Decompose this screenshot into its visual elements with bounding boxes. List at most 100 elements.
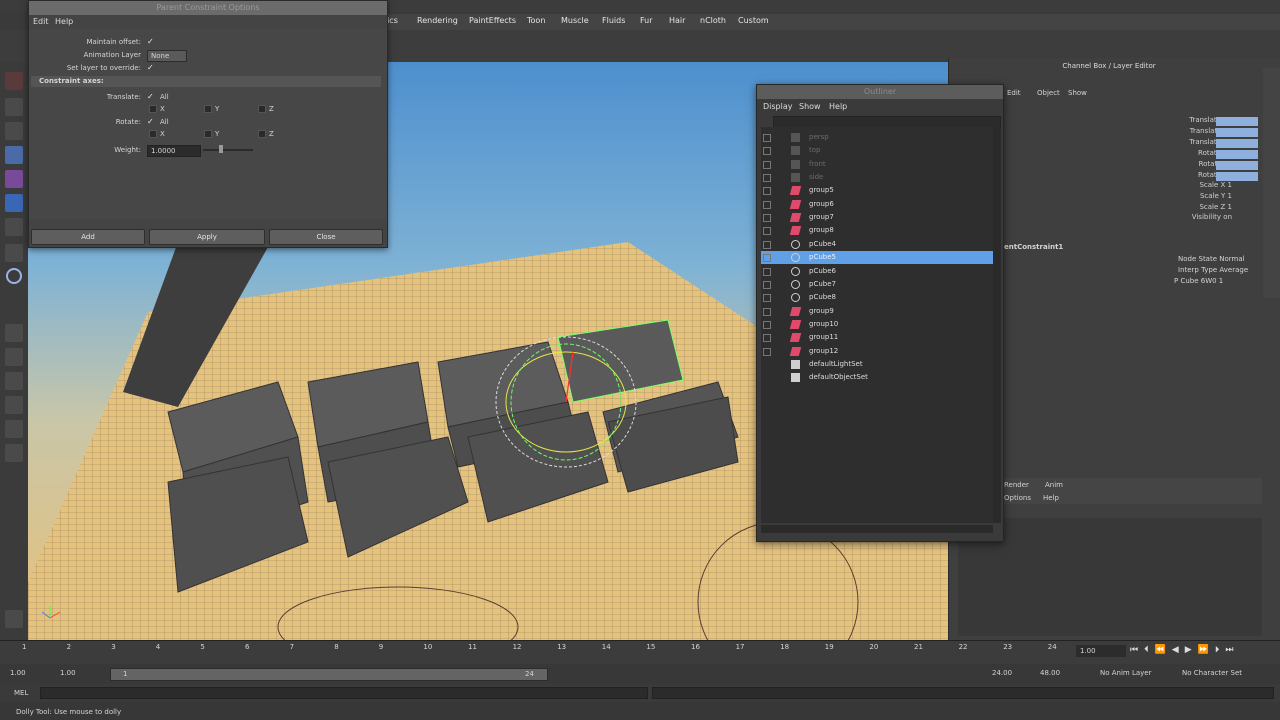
range-slider[interactable]: 1 24 [110,668,548,681]
interp-type-field[interactable]: Interp Type Average [1178,266,1248,274]
outliner-item[interactable]: pCube5 [761,251,993,265]
attr-rotate-x-value[interactable] [1216,150,1258,159]
outliner-menu-show[interactable]: Show [799,102,821,111]
weight-slider[interactable] [203,149,253,151]
expand-toggle-icon[interactable] [763,200,771,209]
add-button[interactable]: Add [31,229,145,245]
attr-translate-y-value[interactable] [1216,128,1258,137]
lasso-tool-icon[interactable] [5,98,23,116]
outliner-item[interactable]: group8 [761,224,993,237]
playback-start-field[interactable]: 1.00 [60,669,76,677]
expand-toggle-icon[interactable] [763,160,771,169]
outliner-item[interactable]: pCube7 [761,278,993,291]
paint-select-icon[interactable] [5,122,23,140]
cb-menu-show[interactable]: Show [1068,89,1087,97]
outliner-item[interactable]: group6 [761,198,993,211]
expand-toggle-icon[interactable] [763,267,771,276]
outliner-item[interactable]: group5 [761,184,993,197]
translate-z-checkbox[interactable] [258,105,266,113]
menu-hair[interactable]: Hair [669,16,685,25]
layout-four-icon[interactable] [5,348,23,366]
range-start-field[interactable]: 1.00 [10,669,26,677]
expand-toggle-icon[interactable] [763,214,771,223]
attr-translate-z-value[interactable] [1216,139,1258,148]
outliner-item[interactable]: pCube6 [761,265,993,278]
menu-fluids[interactable]: Fluids [602,16,625,25]
outliner-item[interactable]: group10 [761,318,993,331]
cb-menu-edit[interactable]: Edit [1007,89,1021,97]
outliner-item[interactable]: persp [761,131,993,144]
last-tool-icon[interactable] [6,268,22,284]
close-button[interactable]: Close [269,229,383,245]
outliner-item[interactable]: pCube4 [761,238,993,251]
maintain-offset-checkbox[interactable]: ✓ [147,37,154,46]
current-frame-field[interactable]: 1.00 [1076,645,1126,657]
set-layer-checkbox[interactable]: ✓ [147,63,154,72]
pcube-weight-field[interactable]: P Cube 6W0 1 [1174,277,1223,285]
cb-menu-object[interactable]: Object [1037,89,1060,97]
dialog-menu-edit[interactable]: Edit [33,17,49,26]
outliner-menu-help[interactable]: Help [829,102,847,111]
character-set-dropdown[interactable]: No Character Set [1182,669,1242,677]
expand-toggle-icon[interactable] [763,347,771,356]
menu-toon[interactable]: Toon [527,16,545,25]
move-tool-icon[interactable] [5,146,23,164]
menu-muscle[interactable]: Muscle [561,16,589,25]
expand-toggle-icon[interactable] [763,307,771,316]
weight-slider-handle[interactable] [219,145,223,153]
menu-fur[interactable]: Fur [640,16,653,25]
playback-end-field[interactable]: 24.00 [992,669,1012,677]
constraint-axes-header[interactable]: Constraint axes: [31,76,381,87]
expand-toggle-icon[interactable] [763,227,771,236]
expand-toggle-icon[interactable] [763,240,771,249]
scale-tool-icon[interactable] [5,194,23,212]
layout-stack-icon[interactable] [5,396,23,414]
expand-toggle-icon[interactable] [763,134,771,142]
rotate-all-checkbox[interactable]: ✓ [147,117,154,126]
rotate-x-checkbox[interactable] [149,130,157,138]
attr-scale-x[interactable]: Scale X 1 [1168,181,1232,189]
menu-painteffects[interactable]: PaintEffects [469,16,516,25]
weight-field[interactable]: 1.0000 [147,145,201,157]
animation-layer-dropdown[interactable]: None [147,50,187,62]
expand-toggle-icon[interactable] [763,280,771,289]
attr-rotate-z-value[interactable] [1216,172,1258,181]
menu-ncloth[interactable]: nCloth [700,16,726,25]
outliner-item[interactable]: group11 [761,331,993,344]
select-tool-icon[interactable] [5,72,23,90]
universal-tool-icon[interactable] [5,244,23,262]
expand-toggle-icon[interactable] [763,254,771,263]
hypershade-icon[interactable] [5,610,23,628]
translate-x-checkbox[interactable] [149,105,157,113]
dialog-menu-help[interactable]: Help [55,17,73,26]
expand-toggle-icon[interactable] [763,147,771,156]
range-end-field[interactable]: 48.00 [1040,669,1060,677]
outliner-h-scrollbar[interactable] [761,525,993,533]
apply-button[interactable]: Apply [149,229,265,245]
attr-scale-y[interactable]: Scale Y 1 [1168,192,1232,200]
layout-side-icon[interactable] [5,372,23,390]
expand-toggle-icon[interactable] [763,294,771,303]
rotate-tool-icon[interactable] [5,170,23,188]
outliner-item[interactable]: group12 [761,345,993,358]
attr-scale-z[interactable]: Scale Z 1 [1168,203,1232,211]
rotate-y-checkbox[interactable] [204,130,212,138]
outliner-list[interactable]: persp top front side group5 group6 group7 group… [761,127,993,523]
layer-menu-options[interactable]: Options [1004,494,1031,502]
layer-tab-anim[interactable]: Anim [1045,481,1063,489]
outliner-item[interactable]: defaultObjectSet [761,371,993,384]
attr-visibility[interactable]: Visibility on [1168,213,1232,221]
expand-toggle-icon[interactable] [763,334,771,343]
expand-toggle-icon[interactable] [763,187,771,196]
layer-menu-help[interactable]: Help [1043,494,1059,502]
manipulator-icon[interactable] [5,218,23,236]
expand-toggle-icon[interactable] [763,320,771,329]
outliner-item[interactable]: group9 [761,305,993,318]
playback-controls[interactable]: ⏮⏴⏪◀▶⏩⏵⏭ [1130,645,1278,659]
translate-y-checkbox[interactable] [204,105,212,113]
anim-layer-dropdown[interactable]: No Anim Layer [1100,669,1151,677]
translate-all-checkbox[interactable]: ✓ [147,92,154,101]
menu-rendering[interactable]: Rendering [417,16,458,25]
layout-outliner-icon[interactable] [5,420,23,438]
outliner-item[interactable]: defaultLightSet [761,358,993,371]
